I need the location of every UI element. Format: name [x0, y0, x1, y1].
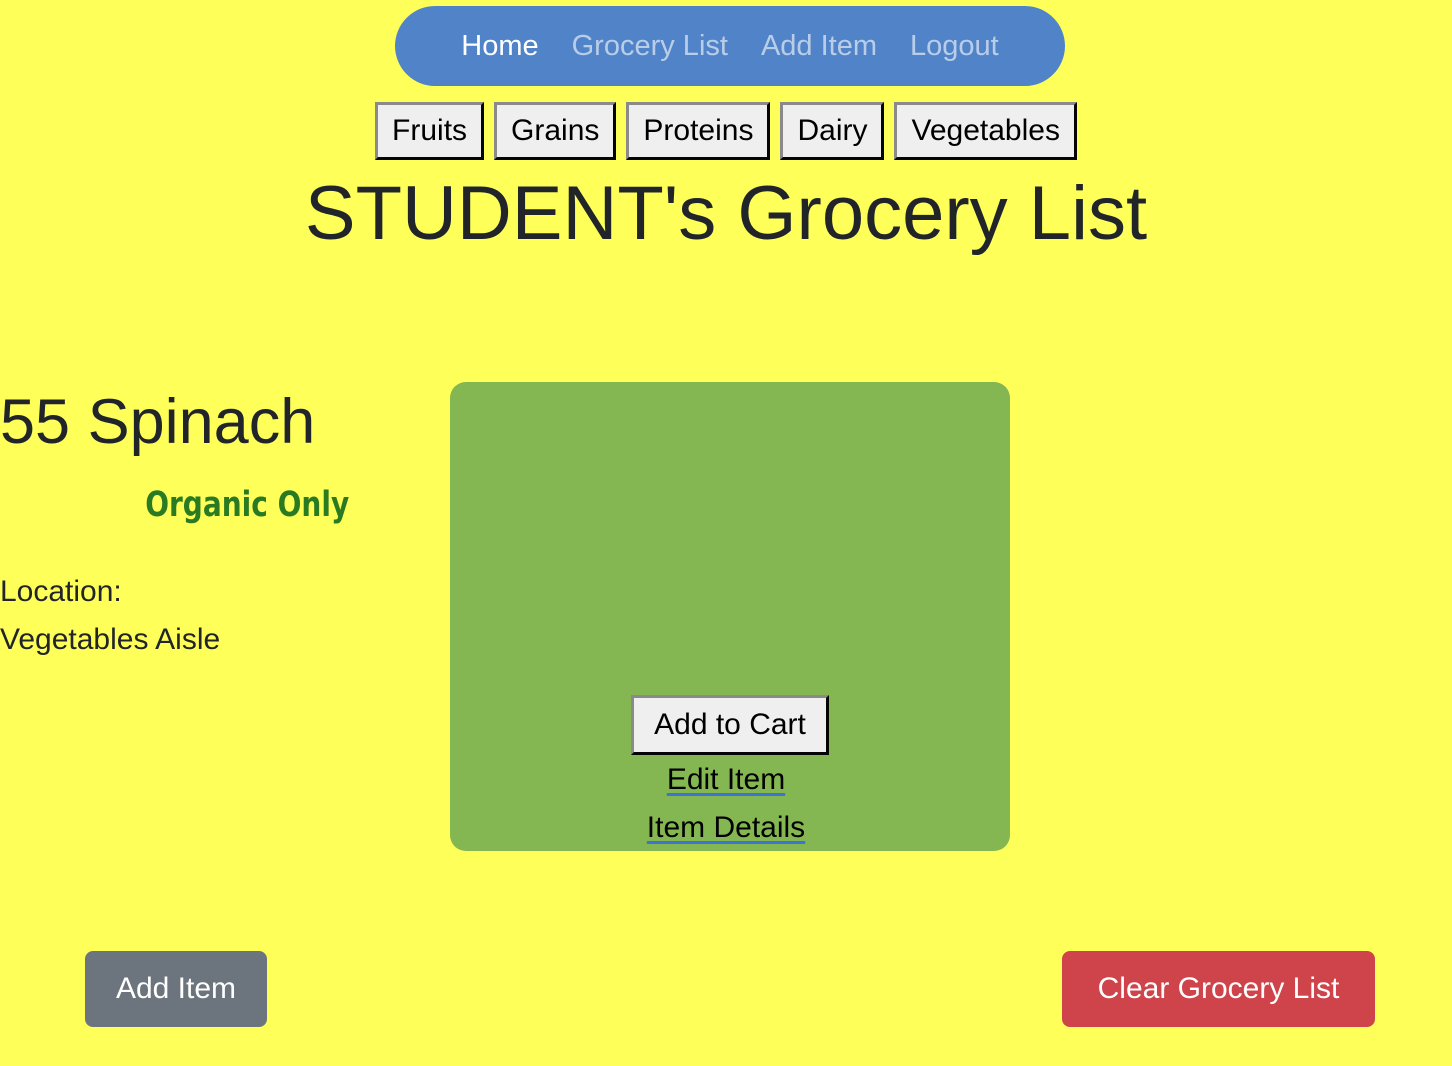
item-title: 55 Spinach: [0, 387, 316, 457]
filter-proteins-button[interactable]: Proteins: [626, 102, 771, 160]
item-details-row: Item Details: [0, 809, 1452, 847]
filter-fruits-button[interactable]: Fruits: [375, 102, 485, 160]
location-label: Location:: [0, 575, 122, 608]
add-item-button[interactable]: Add Item: [85, 951, 267, 1027]
category-filter-bar: Fruits Grains Proteins Dairy Vegetables: [0, 102, 1452, 160]
nav-add-item-link[interactable]: Add Item: [761, 30, 877, 63]
clear-grocery-list-button[interactable]: Clear Grocery List: [1062, 951, 1375, 1027]
filter-dairy-button[interactable]: Dairy: [780, 102, 885, 160]
nav-grocery-list-link[interactable]: Grocery List: [572, 30, 728, 63]
nav-logout-link[interactable]: Logout: [910, 30, 999, 63]
filter-vegetables-button[interactable]: Vegetables: [894, 102, 1077, 160]
add-to-cart-button[interactable]: Add to Cart: [631, 695, 829, 755]
item-details-link[interactable]: Item Details: [647, 811, 805, 844]
top-nav: Home Grocery List Add Item Logout: [395, 6, 1065, 86]
page-title: STUDENT's Grocery List: [304, 171, 1148, 256]
nav-home-link[interactable]: Home: [461, 30, 538, 63]
location-value: Vegetables Aisle: [0, 623, 221, 656]
edit-item-link[interactable]: Edit Item: [667, 763, 785, 796]
item-note: Organic Only: [145, 485, 350, 525]
filter-grains-button[interactable]: Grains: [494, 102, 617, 160]
edit-item-row: Edit Item: [0, 761, 1452, 799]
